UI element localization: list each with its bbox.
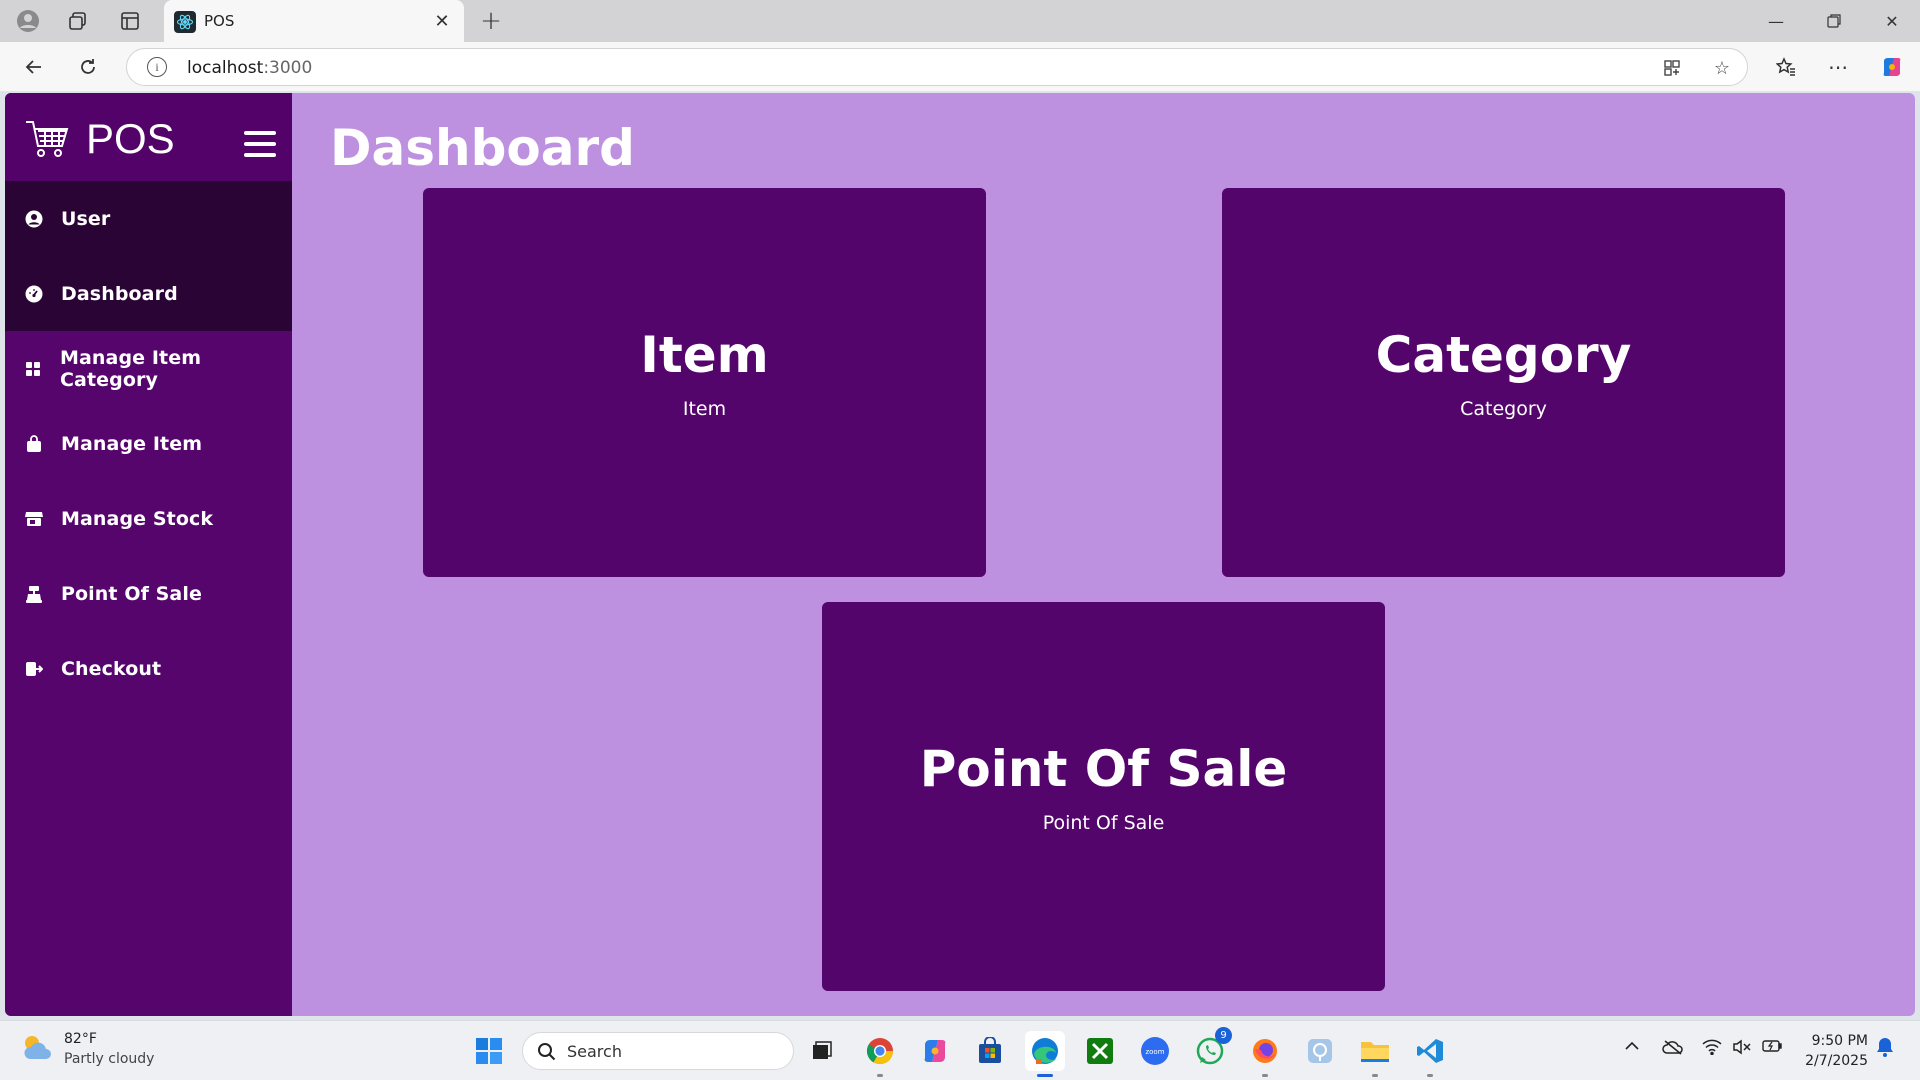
- vscode-icon[interactable]: [1410, 1031, 1450, 1077]
- app-available-icon[interactable]: [1659, 55, 1685, 81]
- running-indicator: [1262, 1074, 1268, 1077]
- chrome-icon[interactable]: [860, 1031, 900, 1077]
- address-bar[interactable]: i localhost:3000 ☆: [126, 48, 1748, 86]
- file-explorer-icon[interactable]: [1355, 1031, 1395, 1077]
- partly-cloudy-icon: [24, 1036, 51, 1059]
- workspaces-icon[interactable]: [58, 5, 98, 37]
- card-subtitle: Item: [682, 398, 727, 420]
- sidebar-item-label: Checkout: [61, 657, 162, 680]
- edge-icon[interactable]: [1025, 1031, 1065, 1077]
- new-tab-icon[interactable]: +: [474, 5, 508, 37]
- taskbar-search[interactable]: Search: [522, 1032, 794, 1070]
- microsoft-store-icon[interactable]: [970, 1031, 1010, 1071]
- copilot-app-icon[interactable]: [915, 1031, 955, 1071]
- notification-badge: 9: [1215, 1027, 1232, 1044]
- tab-title: POS: [204, 12, 235, 30]
- remote-app-icon[interactable]: [1300, 1031, 1340, 1071]
- sidebar-item-point-of-sale[interactable]: Point Of Sale: [5, 556, 292, 631]
- clock-time: 9:50 PM: [1811, 1033, 1868, 1049]
- dashboard-card-point-of-sale[interactable]: Point Of Sale Point Of Sale: [822, 602, 1385, 991]
- chevron-up-icon[interactable]: [1624, 1039, 1640, 1057]
- wifi-icon[interactable]: [1702, 1039, 1722, 1059]
- active-indicator: [1037, 1074, 1053, 1077]
- cash-register-icon: [25, 585, 43, 603]
- reload-icon[interactable]: [70, 50, 106, 84]
- weather-temp: 82°F: [64, 1031, 97, 1047]
- store-icon: [25, 510, 43, 528]
- search-label: Search: [567, 1042, 622, 1061]
- dashboard-card-item[interactable]: Item Item: [423, 188, 986, 577]
- tab-close-icon[interactable]: ✕: [428, 7, 456, 35]
- search-icon: [538, 1043, 556, 1061]
- sidebar-item-user[interactable]: User: [5, 181, 292, 256]
- app-root: POS User Dashboard Manage Item Category: [5, 93, 1915, 1016]
- battery-charging-icon[interactable]: [1762, 1039, 1782, 1057]
- shopping-bag-icon: [25, 434, 43, 453]
- running-indicator: [1427, 1074, 1433, 1077]
- brand-title: POS: [86, 115, 175, 162]
- dashboard-card-category[interactable]: Category Category: [1222, 188, 1785, 577]
- gauge-icon: [25, 285, 43, 303]
- browser-tab-active[interactable]: POS ✕: [164, 0, 464, 42]
- sidebar-item-checkout[interactable]: Checkout: [5, 631, 292, 706]
- weather-desc: Partly cloudy: [64, 1051, 155, 1067]
- favorite-star-icon[interactable]: ☆: [1709, 55, 1735, 81]
- onedrive-icon[interactable]: [1662, 1039, 1684, 1059]
- url-text: localhost:3000: [187, 58, 313, 78]
- vertical-tabs-icon[interactable]: [110, 5, 150, 37]
- start-windows-icon[interactable]: [469, 1031, 509, 1071]
- user-circle-icon: [25, 210, 43, 228]
- browser-toolbar: i localhost:3000 ☆ ⋯: [0, 42, 1920, 92]
- grid-icon: [25, 360, 42, 378]
- more-menu-icon[interactable]: ⋯: [1820, 50, 1856, 84]
- card-subtitle: Category: [1460, 398, 1547, 420]
- favorites-icon[interactable]: [1768, 50, 1804, 84]
- svg-text:zoom: zoom: [1145, 1048, 1164, 1056]
- clock-date: 2/7/2025: [1805, 1053, 1868, 1069]
- notification-bell-icon[interactable]: [1876, 1037, 1894, 1061]
- sidebar-item-label: Manage Item: [61, 432, 203, 455]
- sidebar-item-label: Point Of Sale: [61, 582, 202, 605]
- system-clock[interactable]: 9:50 PM 2/7/2025: [1790, 1031, 1868, 1071]
- checkout-icon: [25, 660, 43, 678]
- sidebar-item-manage-stock[interactable]: Manage Stock: [5, 481, 292, 556]
- card-subtitle: Point Of Sale: [1042, 812, 1165, 834]
- whatsapp-icon[interactable]: 9: [1190, 1027, 1232, 1071]
- sidebar-item-label: Manage Item Category: [59, 346, 202, 391]
- sidebar-item-dashboard[interactable]: Dashboard: [5, 256, 292, 331]
- sidebar-item-label: Manage Stock: [61, 507, 214, 530]
- minimize-icon[interactable]: —: [1748, 0, 1804, 42]
- windows-taskbar: 82°F Partly cloudy Search zoom 9 9:50 PM…: [0, 1020, 1920, 1080]
- running-indicator: [877, 1074, 883, 1077]
- running-indicator: [1372, 1074, 1378, 1077]
- xbox-icon[interactable]: [1080, 1031, 1120, 1071]
- volume-muted-icon[interactable]: [1732, 1039, 1752, 1059]
- zoom-icon[interactable]: zoom: [1135, 1031, 1175, 1071]
- sidebar-item-label: Dashboard: [61, 282, 178, 305]
- firefox-icon[interactable]: [1245, 1031, 1285, 1077]
- task-view-icon[interactable]: [802, 1031, 842, 1071]
- card-title: Item: [640, 326, 769, 384]
- copilot-icon[interactable]: [1874, 50, 1910, 84]
- profile-icon[interactable]: [8, 5, 48, 37]
- sidebar-brand: POS: [5, 93, 292, 181]
- page-title: Dashboard: [330, 119, 635, 177]
- close-window-icon[interactable]: ✕: [1864, 0, 1920, 42]
- site-info-icon[interactable]: i: [147, 57, 167, 77]
- react-favicon-icon: [174, 11, 196, 33]
- card-title: Point Of Sale: [919, 740, 1288, 798]
- sidebar-item-manage-item-category[interactable]: Manage Item Category: [5, 331, 292, 406]
- sidebar-item-manage-item[interactable]: Manage Item: [5, 406, 292, 481]
- sidebar: POS User Dashboard Manage Item Category: [5, 93, 292, 1016]
- sidebar-item-label: User: [61, 207, 111, 230]
- browser-tabstrip: POS ✕ + — ✕: [0, 0, 1920, 42]
- weather-widget[interactable]: 82°F Partly cloudy: [20, 1031, 154, 1069]
- shopping-cart-icon: [25, 119, 69, 163]
- card-title: Category: [1375, 326, 1632, 384]
- hamburger-menu-icon[interactable]: [244, 131, 276, 159]
- restore-icon[interactable]: [1806, 0, 1862, 42]
- back-icon[interactable]: [16, 50, 52, 84]
